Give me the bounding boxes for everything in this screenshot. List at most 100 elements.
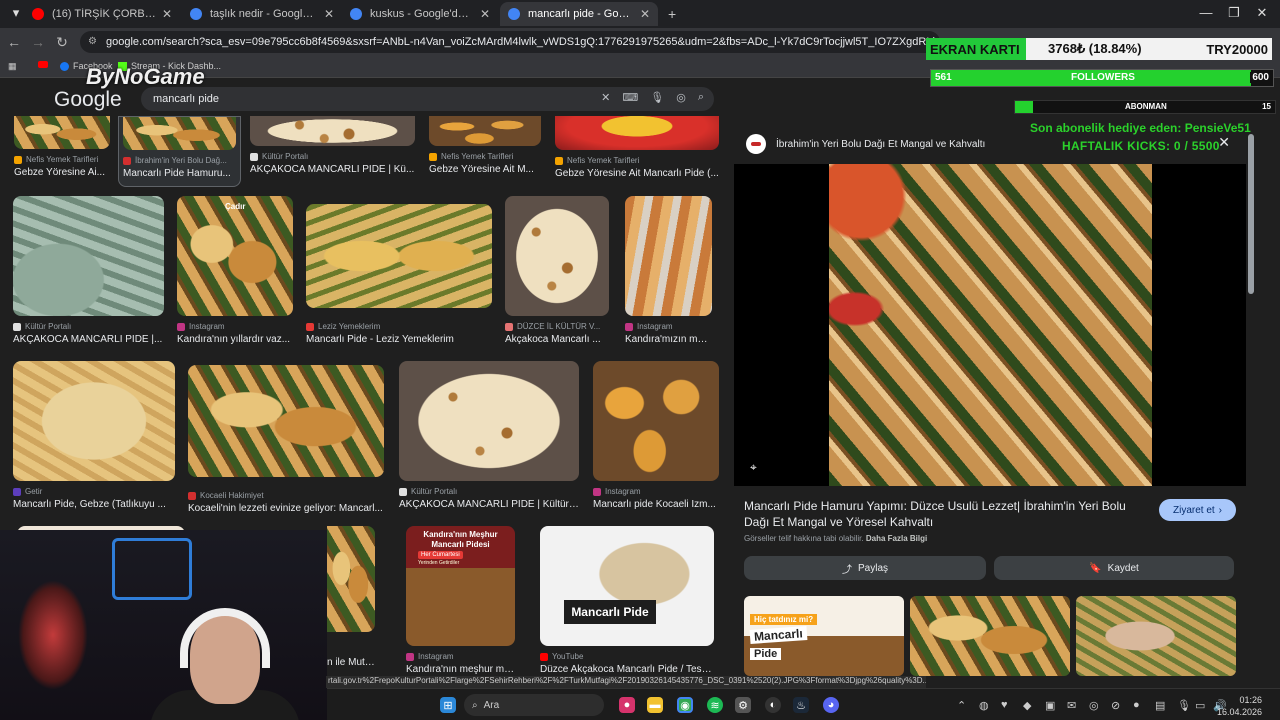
minimize-icon[interactable]: —	[1196, 5, 1216, 20]
back-icon[interactable]: ←	[6, 34, 22, 50]
taskbar-search[interactable]: ⌕ Ara	[464, 694, 604, 716]
image-result[interactable]: Instagram Kandıra'mızın men...	[625, 196, 712, 345]
preview-site-header[interactable]: İbrahim'in Yeri Bolu Dağı Et Mangal ve K…	[746, 134, 985, 154]
clock[interactable]: 01:26 16.04.2026	[1217, 694, 1262, 718]
thumb-subtitle-text: Yerinden Getirdiler	[418, 560, 460, 566]
close-icon[interactable]: ✕	[162, 7, 172, 21]
tray-icon[interactable]: ◍	[979, 699, 989, 712]
site-logo-icon	[746, 134, 766, 154]
reload-icon[interactable]: ↻	[54, 34, 70, 51]
tab-search-icon[interactable]: ▾	[6, 5, 26, 21]
site-info-icon[interactable]: ⚙	[88, 36, 97, 47]
image-result[interactable]: Kültür Portalı AKÇAKOCA MANCARLI PİDE | …	[250, 116, 415, 175]
image-result[interactable]: Nefis Yemek Tarifleri Gebze Yöresine Ait…	[555, 116, 719, 179]
lamp-light	[18, 580, 88, 690]
bookmark-youtube[interactable]	[38, 61, 48, 68]
image-result[interactable]: Kültür Portalı AKÇAKOCA MANCARLI PİDE | …	[399, 361, 579, 510]
obs-icon[interactable]: ◐	[765, 697, 781, 713]
close-icon[interactable]: ✕	[324, 7, 334, 21]
close-window-icon[interactable]: ✕	[1252, 5, 1272, 21]
close-icon[interactable]: ✕	[480, 7, 490, 21]
tray-icon[interactable]: ◆	[1023, 699, 1031, 712]
related-image[interactable]	[910, 596, 1070, 676]
image-result[interactable]: Kandıra'nın Meşhur Mancarlı Pidesi Her C…	[406, 526, 515, 675]
microphone-icon[interactable]: 🎙	[650, 91, 664, 104]
lens-icon[interactable]: ◎	[676, 91, 686, 104]
image-result[interactable]: Kocaeli Hakimiyet Kocaeli'nin lezzeti ev…	[188, 365, 384, 514]
more-info-link[interactable]: Daha Fazla Bilgi	[866, 534, 927, 543]
chrome-icon[interactable]: ◉	[677, 697, 693, 713]
clock-date: 16.04.2026	[1216, 707, 1262, 717]
close-icon[interactable]: ✕	[640, 7, 650, 21]
related-image[interactable]	[1076, 596, 1236, 676]
search-input[interactable]: mancarlı pide ✕ ⌨ 🎙 ◎ ⌕	[141, 87, 714, 111]
address-text: google.com/search?sca_esv=09e795cc6b8f45…	[106, 36, 940, 48]
result-caption: Mancarlı Pide Hamuru...	[123, 168, 231, 179]
copyright-notice: Görseller telif hakkına tabi olabilir. D…	[744, 534, 927, 543]
image-result[interactable]: Mancarlı Pide YouTube Düzce Akçakoca Man…	[540, 526, 714, 675]
result-caption: Mancarlı Pide, Gebze (Tatlıkuyu ...	[13, 499, 166, 510]
preview-image[interactable]: ⌖	[734, 164, 1246, 486]
tab-kuskus[interactable]: kuskus - Google'da Ara ✕	[342, 2, 498, 26]
maximize-icon[interactable]: ❐	[1224, 5, 1244, 21]
tray-icon[interactable]: ♥	[1001, 699, 1008, 711]
tab-taslik[interactable]: taşlık nedir - Google'da Ara ✕	[182, 2, 342, 26]
share-button[interactable]: ⤴ Paylaş	[744, 556, 986, 580]
image-result[interactable]: Kültür Portalı AKÇAKOCA MANCARLI PİDE |.…	[13, 196, 164, 345]
google-icon	[350, 8, 362, 20]
image-result[interactable]: DÜZCE İL KÜLTÜR V... Akçakoca Mancarlı .…	[505, 196, 609, 345]
image-result[interactable]: Nefis Yemek Tarifleri Gebze Yöresine Ai.…	[14, 116, 110, 178]
tray-icon[interactable]: ✉	[1067, 699, 1076, 712]
network-icon[interactable]: ▭	[1195, 699, 1205, 712]
google-icon	[190, 8, 202, 20]
google-icon	[508, 8, 520, 20]
folder-icon[interactable]: ▬	[647, 697, 663, 713]
subscriber-goal-bar: ABONMAN 15	[1014, 100, 1276, 114]
weekly-kicks-text: HAFTALIK KICKS: 0 / 5500	[1062, 139, 1220, 153]
settings-icon[interactable]: ⚙	[735, 697, 751, 713]
scrollbar-thumb[interactable]	[1248, 134, 1254, 294]
image-result[interactable]: Nefis Yemek Tarifleri Gebze Yöresine Ait…	[429, 116, 541, 175]
spotify-icon[interactable]: ≋	[707, 697, 723, 713]
image-result[interactable]: Leziz Yemeklerim Mancarlı Pide - Leziz Y…	[306, 204, 492, 345]
panel-scrollbar[interactable]	[1248, 120, 1254, 676]
tab-tirsik[interactable]: (16) TİRŞİK ÇORBASI TARİFİ/tirşik ✕	[24, 2, 180, 26]
result-caption: Düzce Akçakoca Mancarlı Pide / Tescilli.…	[540, 664, 714, 675]
steam-icon[interactable]: ♨	[793, 697, 809, 713]
apps-icon[interactable]: ▦	[8, 61, 17, 72]
tray-icon[interactable]: ▣	[1045, 699, 1055, 712]
thumb-title-text: Kandıra'nın Meşhur Mancarlı Pidesi	[423, 530, 498, 549]
result-caption: Gebze Yöresine Ai...	[14, 167, 105, 178]
tray-icon[interactable]: ▤	[1155, 699, 1165, 712]
result-source: DÜZCE İL KÜLTÜR V...	[517, 322, 601, 331]
microphone-icon[interactable]: 🎙	[1177, 699, 1191, 712]
clear-icon[interactable]: ✕	[601, 91, 610, 104]
image-result[interactable]: n ile Mutfa...	[327, 526, 375, 668]
discord-icon[interactable]: ◕	[823, 697, 839, 713]
preview-title[interactable]: Mancarlı Pide Hamuru Yapımı: Düzce Usulü…	[744, 498, 1144, 530]
image-result[interactable]: Çadır Instagram Kandıra'nın yıllardır va…	[177, 196, 293, 345]
visit-button[interactable]: Ziyaret et ›	[1159, 499, 1236, 521]
address-bar[interactable]: ⚙ google.com/search?sca_esv=09e795cc6b8f…	[80, 31, 940, 53]
preview-site-name: İbrahim'in Yeri Bolu Dağı Et Mangal ve K…	[776, 138, 986, 150]
tray-icon[interactable]: ⊘	[1111, 699, 1120, 712]
start-icon[interactable]: ⊞	[440, 697, 456, 713]
save-button[interactable]: 🔖 Kaydet	[994, 556, 1234, 580]
related-image[interactable]: Hiç tatdınız mi? Mancarlı Pide	[744, 596, 904, 676]
chevron-up-icon[interactable]: ⌃	[957, 699, 966, 712]
image-result[interactable]: Getir Mancarlı Pide, Gebze (Tatlıkuyu ..…	[13, 361, 175, 510]
image-result[interactable]: Instagram Mancarlı pide Kocaeli İzm...	[593, 361, 719, 510]
tray-icon[interactable]: ●	[1133, 699, 1140, 711]
app-icon[interactable]: ●	[619, 697, 635, 713]
goal-target: TRY20000	[1206, 41, 1268, 57]
tray-icon[interactable]: ◎	[1089, 699, 1099, 712]
lens-icon[interactable]: ⌖	[750, 460, 757, 475]
close-icon[interactable]: ✕	[1218, 134, 1230, 151]
new-tab-button[interactable]: +	[660, 2, 682, 26]
tab-mancarli[interactable]: mancarlı pide - Google'da Ara ✕	[500, 2, 658, 26]
keyboard-icon[interactable]: ⌨	[622, 91, 638, 104]
google-logo[interactable]: Google	[54, 88, 122, 112]
image-result-selected[interactable]: İbrahim'in Yeri Bolu Dağ... Mancarlı Pid…	[118, 116, 241, 187]
forward-icon[interactable]: →	[30, 34, 46, 50]
search-icon[interactable]: ⌕	[698, 91, 704, 104]
